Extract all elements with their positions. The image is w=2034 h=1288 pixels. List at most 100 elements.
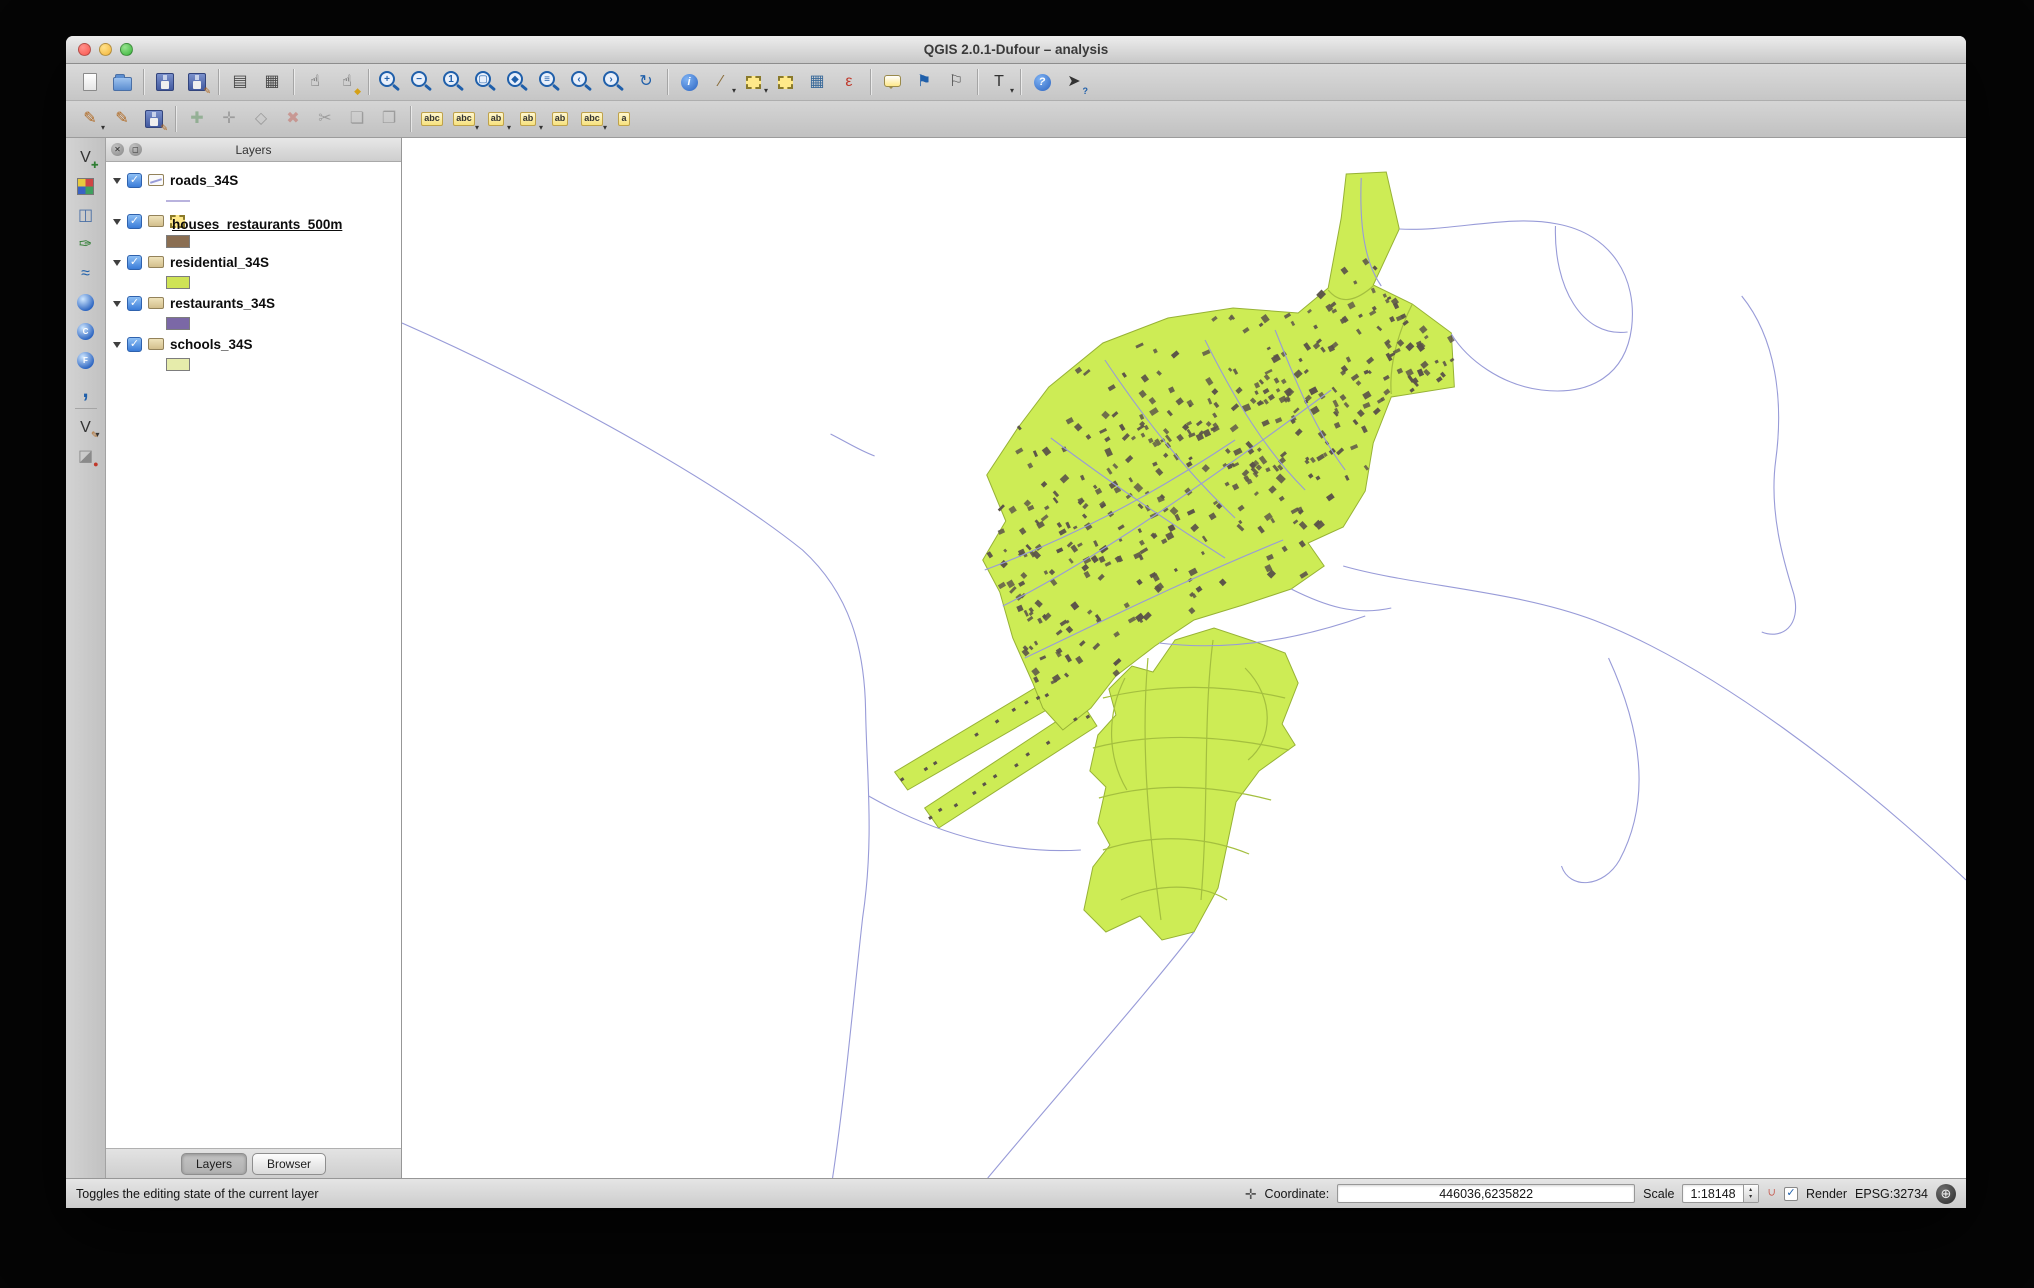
add-feature-icon[interactable]: ✚ [182,104,212,134]
layer-visibility-checkbox[interactable] [127,296,142,311]
label-change-dropdown[interactable]: ▾ [603,124,607,132]
refresh-map-icon[interactable]: ↻ [631,67,661,97]
detach-panel-button[interactable]: ◻ [129,143,142,156]
layer-item-restaurants_34S[interactable]: restaurants_34S [106,290,401,316]
layer-visibility-checkbox[interactable] [127,337,142,352]
layer-name[interactable]: residential_34S [170,255,269,270]
zoom-to-layer-icon[interactable]: ≡ [535,67,565,97]
new-project-icon[interactable] [75,67,105,97]
pan-to-selection-icon[interactable]: ☝◆ [332,67,362,97]
minimize-window-button[interactable] [99,43,112,56]
layer-symbol-swatch[interactable] [166,358,190,371]
close-window-button[interactable] [78,43,91,56]
disclosure-triangle[interactable] [113,178,121,184]
label-show-hide-dropdown[interactable]: ▾ [507,124,511,132]
text-annotation-dropdown[interactable]: ▾ [1010,87,1014,95]
layer-item-roads_34S[interactable]: roads_34S [106,167,401,193]
label-show-hide-icon[interactable]: ab▾ [481,104,511,134]
disclosure-triangle[interactable] [113,301,121,307]
label-pin-dropdown[interactable]: ▾ [475,124,479,132]
add-vector-layer-icon[interactable]: V✚ [72,144,100,171]
new-bookmark-icon[interactable]: ⚑ [909,67,939,97]
zoom-out-icon[interactable]: − [407,67,437,97]
layer-visibility-checkbox[interactable] [127,173,142,188]
help-contents-icon[interactable]: ? [1027,67,1057,97]
save-project-as-icon[interactable]: ✎ [182,67,212,97]
zoom-next-icon[interactable]: › [599,67,629,97]
close-panel-button[interactable]: ✕ [111,143,124,156]
layer-visibility-checkbox[interactable] [127,255,142,270]
new-shapefile-layer-dropdown[interactable]: ▾ [95,431,99,439]
layer-item-residential_34S[interactable]: residential_34S [106,249,401,275]
layer-name[interactable]: schools_34S [170,337,253,352]
deselect-features-icon[interactable] [770,67,800,97]
layer-name[interactable]: houses_restaurants_500m [170,215,185,228]
disclosure-triangle[interactable] [113,342,121,348]
layer-item-houses_restaurants_500m[interactable]: houses_restaurants_500m [106,208,401,234]
open-project-icon[interactable] [107,67,137,97]
delete-selected-icon[interactable]: ✖ [278,104,308,134]
zoom-in-icon[interactable]: + [375,67,405,97]
layer-visibility-checkbox[interactable] [127,214,142,229]
pan-map-icon[interactable]: ☝ [300,67,330,97]
disclosure-triangle[interactable] [113,219,121,225]
scale-lock-icon[interactable]: ∩ [1767,1187,1776,1200]
zoom-full-icon[interactable]: ▢ [471,67,501,97]
copy-features-icon[interactable]: ❏ [342,104,372,134]
layer-symbol-swatch[interactable] [166,317,190,330]
zoom-to-selection-icon[interactable]: ◆ [503,67,533,97]
move-feature-icon[interactable]: ✛ [214,104,244,134]
scale-combo[interactable]: 1:18148 ▴▾ [1682,1184,1758,1203]
panel-tab-browser[interactable]: Browser [252,1153,326,1175]
layer-labeling-icon[interactable]: abc [417,104,447,134]
text-annotation-icon[interactable]: T▾ [984,67,1014,97]
add-mssql-layer-icon[interactable]: ≈ [72,260,100,287]
add-delimited-text-layer-icon[interactable]: , [72,376,100,403]
map-canvas[interactable] [402,138,1966,1178]
new-shapefile-layer-icon[interactable]: V✎▾ [72,414,100,441]
disclosure-triangle[interactable] [113,260,121,266]
title-bar[interactable]: QGIS 2.0.1-Dufour – analysis [66,36,1966,64]
paste-features-icon[interactable]: ❐ [374,104,404,134]
add-wfs-layer-icon[interactable]: F [72,347,100,374]
add-spatialite-layer-icon[interactable]: ✑ [72,231,100,258]
label-change-icon[interactable]: abc▾ [577,104,607,134]
coordinate-capture-icon[interactable]: ✛ [1245,1187,1257,1201]
layer-symbol-swatch[interactable] [166,235,190,248]
new-print-composer-icon[interactable]: ▤ [225,67,255,97]
select-features-icon[interactable]: ▾ [738,67,768,97]
layer-name[interactable]: restaurants_34S [170,296,275,311]
layer-symbol-swatch[interactable] [166,276,190,289]
save-layer-edits-icon[interactable]: ✎ [139,104,169,134]
measure-dropdown[interactable]: ▾ [732,87,736,95]
toggle-editing-icon[interactable]: ✎ [107,104,137,134]
identify-features-icon[interactable]: i [674,67,704,97]
map-tips-icon[interactable] [877,67,907,97]
render-checkbox[interactable] [1784,1187,1798,1201]
cut-features-icon[interactable]: ✂ [310,104,340,134]
layer-name[interactable]: roads_34S [170,173,238,188]
measure-icon[interactable]: ∕▾ [706,67,736,97]
zoom-window-button[interactable] [120,43,133,56]
label-rotate-icon[interactable]: ab [545,104,575,134]
label-move-icon[interactable]: ab▾ [513,104,543,134]
zoom-last-icon[interactable]: ‹ [567,67,597,97]
save-project-icon[interactable] [150,67,180,97]
crs-status-button[interactable]: ⊕ [1936,1184,1956,1204]
new-spatialite-layer-icon[interactable]: ◪● [72,443,100,470]
composer-manager-icon[interactable]: ▦ [257,67,287,97]
add-wcs-layer-icon[interactable]: C [72,318,100,345]
open-attribute-table-icon[interactable]: ▦ [802,67,832,97]
current-edits-dropdown[interactable]: ▾ [101,124,105,132]
add-raster-layer-icon[interactable] [72,173,100,200]
label-pin-icon[interactable]: abc▾ [449,104,479,134]
layer-symbol-swatch[interactable] [166,200,190,202]
show-bookmarks-icon[interactable]: ⚐ [941,67,971,97]
coordinate-input[interactable]: 446036,6235822 [1337,1184,1635,1203]
select-by-expression-icon[interactable]: ε [834,67,864,97]
scale-spinner[interactable]: ▴▾ [1743,1185,1758,1202]
add-wms-layer-icon[interactable] [72,289,100,316]
label-move-dropdown[interactable]: ▾ [539,124,543,132]
current-edits-icon[interactable]: ✎▾ [75,104,105,134]
label-properties-icon[interactable]: a [609,104,639,134]
